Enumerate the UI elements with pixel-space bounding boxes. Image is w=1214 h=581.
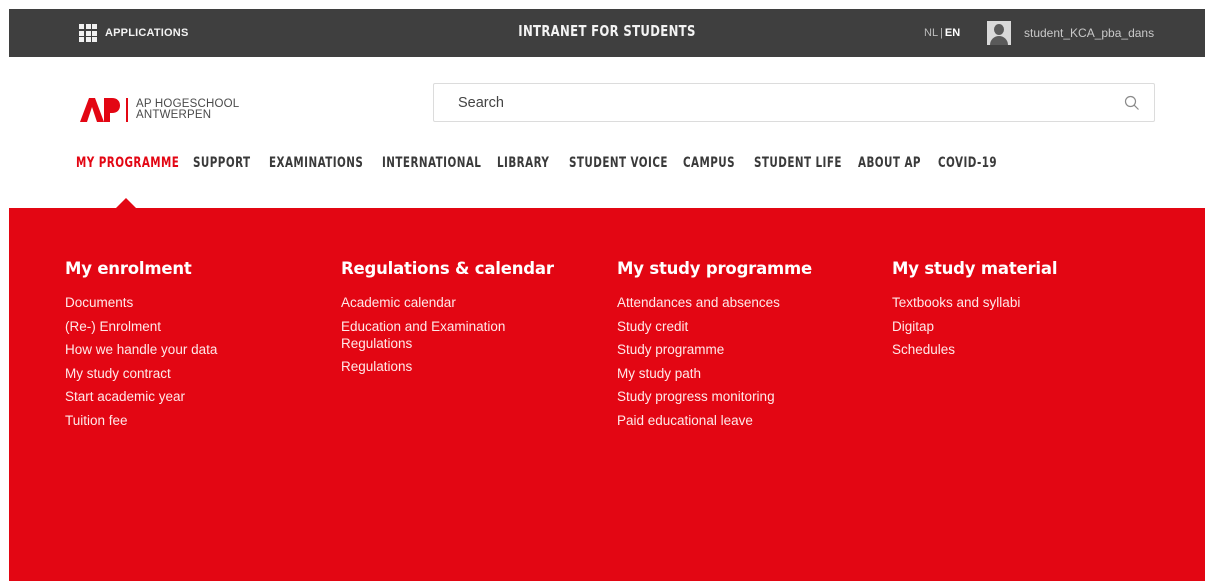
- mega-menu-panel: My enrolment Documents (Re-) Enrolment H…: [9, 208, 1205, 581]
- menu-column-study-programme: My study programme Attendances and absen…: [617, 259, 877, 436]
- menu-link[interactable]: Digitap: [892, 318, 1092, 335]
- search-box: [433, 83, 1155, 122]
- top-bar: APPLICATIONS INTRANET FOR STUDENTS NL | …: [9, 9, 1205, 57]
- menu-link[interactable]: (Re-) Enrolment: [65, 318, 265, 335]
- menu-link[interactable]: My study contract: [65, 365, 265, 382]
- menu-link[interactable]: Tuition fee: [65, 412, 265, 429]
- menu-column-title: My enrolment: [65, 259, 192, 278]
- nav-student-life[interactable]: STUDENT LIFE: [754, 155, 841, 171]
- menu-column-title: Regulations & calendar: [341, 259, 554, 278]
- menu-link[interactable]: Documents: [65, 294, 265, 311]
- menu-column-study-material: My study material Textbooks and syllabi …: [892, 259, 1152, 365]
- menu-link[interactable]: Study programme: [617, 341, 817, 358]
- logo-text: AP HOGESCHOOL ANTWERPEN: [136, 98, 239, 121]
- menu-link[interactable]: Study progress monitoring: [617, 388, 817, 405]
- grid-icon: [79, 24, 97, 42]
- menu-link[interactable]: My study path: [617, 365, 817, 382]
- user-avatar-icon[interactable]: [987, 21, 1011, 45]
- menu-column-enrolment: My enrolment Documents (Re-) Enrolment H…: [65, 259, 325, 436]
- menu-link[interactable]: Textbooks and syllabi: [892, 294, 1092, 311]
- search-icon[interactable]: [1124, 95, 1140, 111]
- language-switcher: NL | EN: [924, 27, 960, 39]
- menu-column-title: My study material: [892, 259, 1058, 278]
- nav-support[interactable]: SUPPORT: [193, 155, 250, 171]
- menu-link[interactable]: Attendances and absences: [617, 294, 817, 311]
- nav-student-voice[interactable]: STUDENT VOICE: [569, 155, 667, 171]
- menu-link[interactable]: Study credit: [617, 318, 817, 335]
- logo-divider: [126, 98, 128, 122]
- nav-my-programme[interactable]: MY PROGRAMME: [76, 155, 179, 171]
- logo-line-2: ANTWERPEN: [136, 109, 212, 121]
- search-input[interactable]: [458, 84, 1098, 121]
- ap-logo-mark: [80, 98, 120, 122]
- lang-en-link[interactable]: EN: [945, 27, 960, 39]
- ap-logo[interactable]: AP HOGESCHOOL ANTWERPEN: [80, 95, 239, 125]
- menu-link[interactable]: Academic calendar: [341, 294, 541, 311]
- nav-about-ap[interactable]: ABOUT AP: [858, 155, 921, 171]
- nav-covid-19[interactable]: COVID-19: [938, 155, 997, 171]
- menu-column-regulations: Regulations & calendar Academic calendar…: [341, 259, 601, 382]
- lang-nl-link[interactable]: NL: [924, 27, 938, 39]
- menu-link[interactable]: Education and Examination Regulations: [341, 318, 541, 352]
- menu-link[interactable]: How we handle your data: [65, 341, 265, 358]
- menu-link[interactable]: Schedules: [892, 341, 1092, 358]
- active-nav-pointer: [116, 198, 136, 208]
- menu-link[interactable]: Paid educational leave: [617, 412, 817, 429]
- menu-link[interactable]: Start academic year: [65, 388, 265, 405]
- main-navigation: MY PROGRAMME SUPPORT EXAMINATIONS INTERN…: [76, 152, 998, 174]
- menu-column-title: My study programme: [617, 259, 813, 278]
- lang-separator: |: [940, 27, 943, 39]
- nav-library[interactable]: LIBRARY: [497, 155, 549, 171]
- menu-link[interactable]: Regulations: [341, 358, 541, 375]
- username[interactable]: student_KCA_pba_dans: [1024, 26, 1154, 40]
- nav-international[interactable]: INTERNATIONAL: [382, 155, 481, 171]
- nav-campus[interactable]: CAMPUS: [683, 155, 735, 171]
- nav-examinations[interactable]: EXAMINATIONS: [269, 155, 363, 171]
